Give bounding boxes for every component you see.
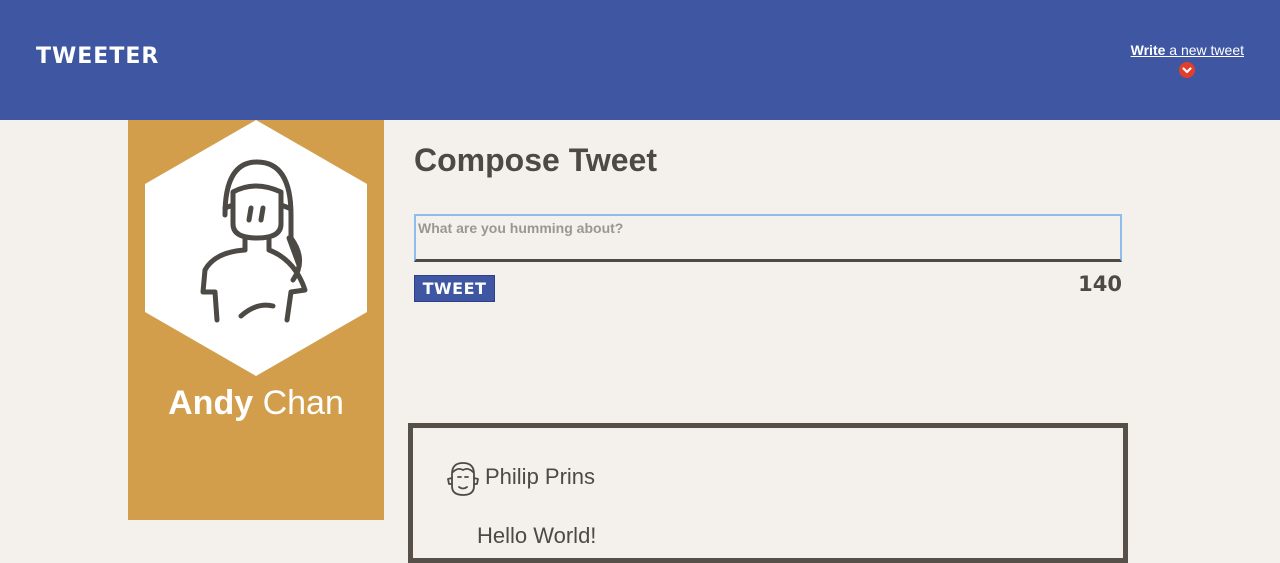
profile-panel: Andy Chan bbox=[128, 120, 384, 520]
tweet-button[interactable]: TWEET bbox=[414, 275, 495, 302]
tweet-text: Hello World! bbox=[477, 523, 597, 548]
tweet-author: Philip Prins bbox=[485, 464, 596, 489]
write-link-rest: a new tweet bbox=[1165, 42, 1244, 58]
tweet-card: Philip Prins Hello World! bbox=[408, 423, 1128, 563]
profile-first-name: Andy bbox=[168, 384, 254, 422]
profile-avatar bbox=[145, 120, 367, 376]
profile-name: Andy Chan bbox=[128, 384, 384, 423]
compose-title: Compose Tweet bbox=[414, 142, 657, 178]
author-avatar-icon bbox=[447, 462, 479, 496]
app-logo[interactable]: TWEETER bbox=[36, 44, 159, 69]
chevron-down-icon[interactable] bbox=[1179, 62, 1196, 78]
top-navbar: TWEETER Write a new tweet bbox=[0, 0, 1280, 120]
profile-last-name: Chan bbox=[253, 384, 344, 422]
char-counter: 140 bbox=[1078, 272, 1122, 296]
write-tweet-toggle[interactable]: Write a new tweet bbox=[1131, 42, 1244, 78]
tweet-input[interactable] bbox=[414, 214, 1122, 262]
write-link-bold: Write bbox=[1130, 42, 1166, 58]
